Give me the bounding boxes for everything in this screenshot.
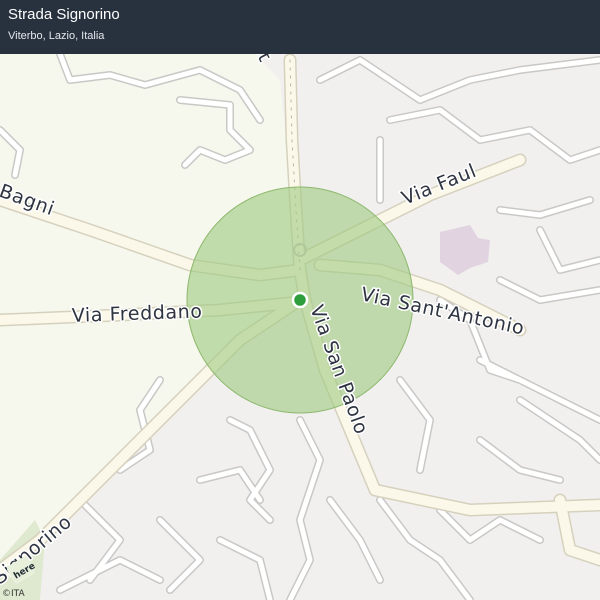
location-header: Strada Signorino Viterbo, Lazio, Italia (0, 0, 600, 54)
map-attribution: ©ITA (2, 589, 25, 599)
map-canvas[interactable]: Bagni Via Faul Via Freddano Via San Paol… (0, 0, 600, 600)
place-subtitle: Viterbo, Lazio, Italia (8, 30, 105, 42)
street-label-via-faul: Via Faul (399, 160, 480, 210)
street-label-via-freddano: Via Freddano (71, 300, 203, 327)
here-logo-icon: here (7, 556, 35, 584)
building-church (440, 225, 490, 275)
location-marker-icon[interactable] (291, 291, 309, 309)
place-title: Strada Signorino (8, 6, 120, 23)
